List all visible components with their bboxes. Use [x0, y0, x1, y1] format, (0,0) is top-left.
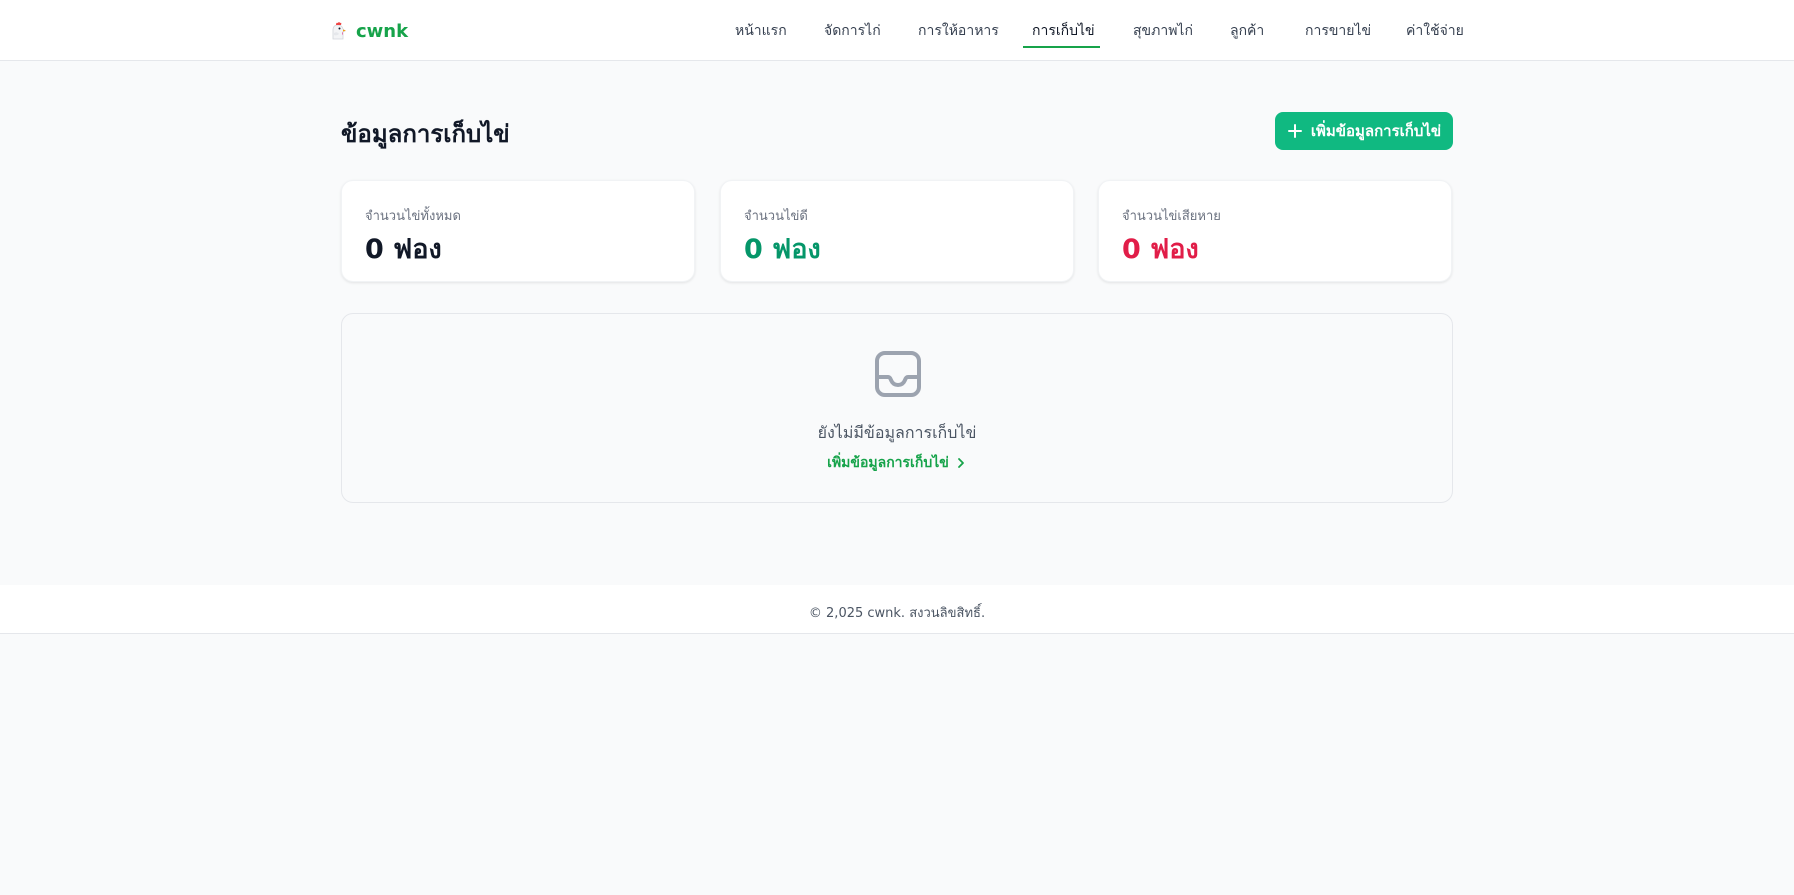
empty-state-add-link[interactable]: เพิ่มข้อมูลการเก็บไข่ [342, 452, 1452, 474]
stat-card-good-eggs: จำนวนไข่ดี 0 ฟอง [720, 180, 1074, 282]
brand-link[interactable]: cwnk [329, 18, 408, 44]
stat-value: 0 ฟอง [744, 234, 821, 265]
nav-item-chicken-health[interactable]: สุขภาพไก่ [1133, 0, 1193, 48]
empty-state-link-label: เพิ่มข้อมูลการเก็บไข่ [827, 455, 949, 471]
footer-copyright: © 2,025 cwnk. สงวนลิขสิทธิ์. [808, 606, 986, 621]
chevron-right-icon [957, 458, 964, 468]
plus-icon [1287, 124, 1302, 138]
stat-label: จำนวนไข่ดี [744, 209, 808, 224]
top-navbar: cwnk หน้าแรก จัดการไก่ การให้อาหาร การเก… [0, 0, 1794, 61]
add-button-label: เพิ่มข้อมูลการเก็บไข่ [1310, 122, 1442, 140]
inbox-icon [875, 351, 921, 397]
stat-label: จำนวนไข่เสียหาย [1122, 209, 1221, 224]
stat-value: 0 ฟอง [1122, 234, 1199, 265]
add-egg-collection-button[interactable]: เพิ่มข้อมูลการเก็บไข่ [1275, 112, 1453, 150]
main-nav: หน้าแรก จัดการไก่ การให้อาหาร การเก็บไข่… [0, 0, 1794, 61]
page-title: ข้อมูลการเก็บไข่ [341, 120, 510, 148]
chicken-icon [332, 22, 346, 40]
nav-item-expenses[interactable]: ค่าใช้จ่าย [1406, 0, 1464, 48]
nav-item-egg-sales[interactable]: การขายไข่ [1305, 0, 1371, 48]
footer: © 2,025 cwnk. สงวนลิขสิทธิ์. [0, 585, 1794, 634]
empty-state-message: ยังไม่มีข้อมูลการเก็บไข่ [817, 423, 977, 442]
stat-card-damaged-eggs: จำนวนไข่เสียหาย 0 ฟอง [1098, 180, 1452, 282]
empty-state: ยังไม่มีข้อมูลการเก็บไข่ เพิ่มข้อมูลการเ… [341, 313, 1453, 503]
brand-name: cwnk [356, 20, 409, 42]
nav-item-chickens[interactable]: จัดการไก่ [824, 0, 881, 48]
stat-label: จำนวนไข่ทั้งหมด [365, 209, 461, 224]
stat-value: 0 ฟอง [365, 234, 442, 265]
active-nav-indicator [1023, 46, 1100, 48]
stat-card-total-eggs: จำนวนไข่ทั้งหมด 0 ฟอง [341, 180, 695, 282]
nav-item-feeding[interactable]: การให้อาหาร [918, 0, 999, 48]
nav-item-customers[interactable]: ลูกค้า [1230, 0, 1264, 48]
nav-item-egg-collection[interactable]: การเก็บไข่ [1032, 0, 1095, 48]
nav-item-home[interactable]: หน้าแรก [735, 0, 787, 48]
